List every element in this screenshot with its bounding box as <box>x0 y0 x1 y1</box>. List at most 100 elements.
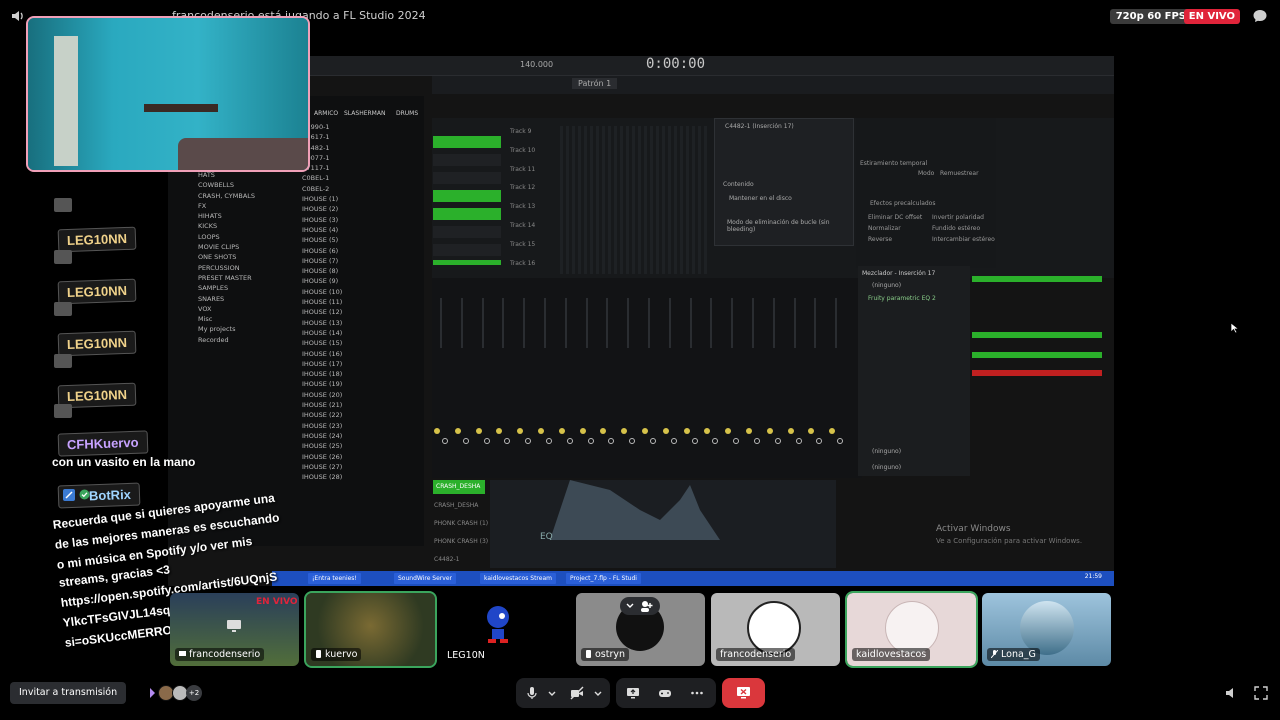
chevron-down-icon[interactable] <box>591 686 605 700</box>
browser-folder[interactable]: Misc <box>198 314 255 324</box>
track-label[interactable]: Track 15 <box>510 241 535 248</box>
insert-plugin[interactable]: Fruity parametric EQ 2 <box>868 295 936 302</box>
mixer-fader[interactable] <box>668 298 671 348</box>
channel-1[interactable] <box>433 136 501 148</box>
dialog-mode[interactable]: Modo de eliminación de bucle (sin bleedi… <box>727 219 853 233</box>
channel-7[interactable] <box>433 244 501 256</box>
add-friend-icon[interactable] <box>640 600 653 612</box>
mixer-fader[interactable] <box>752 298 754 348</box>
browser-folder[interactable]: MOVIE CLIPS <box>198 242 255 252</box>
mixer-pan-knob[interactable] <box>808 428 815 434</box>
chevron-down-icon[interactable] <box>626 602 634 610</box>
mixer-pan-knob[interactable] <box>454 428 461 434</box>
mixer-fader[interactable] <box>606 298 609 348</box>
fx-mode-value[interactable]: Remuestrear <box>940 170 979 177</box>
fx-opt-3[interactable]: Normalizar <box>868 225 901 232</box>
browser-file[interactable]: IHOUSE (2) <box>302 204 342 214</box>
browser-file[interactable]: IHOUSE (5) <box>302 235 342 245</box>
browser-file[interactable]: IHOUSE (15) <box>302 338 342 348</box>
mixer-pan-knob[interactable] <box>725 428 732 434</box>
participant-tile-ostryn[interactable]: ostryn <box>576 593 705 666</box>
mixer-pan-knob[interactable] <box>600 428 607 434</box>
mixer-pan-knob[interactable] <box>829 428 836 434</box>
mixer-fader[interactable] <box>481 298 484 348</box>
browser-file[interactable]: IHOUSE (3) <box>302 215 342 225</box>
mixer-volume-knob[interactable] <box>774 438 781 444</box>
mixer-pan-knob[interactable] <box>704 428 711 434</box>
mixer-pan-knob[interactable] <box>746 428 752 434</box>
browser-file[interactable]: IHOUSE (20) <box>302 390 342 400</box>
chat-icon[interactable] <box>1252 8 1268 24</box>
browser-file[interactable]: IHOUSE (22) <box>302 410 342 420</box>
insert-slot-bottom-2[interactable]: (ninguno) <box>872 464 901 471</box>
mixer-fader[interactable] <box>835 298 838 348</box>
channel-8[interactable] <box>433 260 501 265</box>
fx-opt-2[interactable]: Invertir polaridad <box>932 214 984 221</box>
microphone-icon[interactable] <box>525 686 539 700</box>
dialog-option[interactable]: Mantener en el disco <box>729 195 792 202</box>
browser-file[interactable]: IHOUSE (23) <box>302 421 342 431</box>
side-item-active[interactable]: CRASH_DESHA <box>433 480 485 494</box>
leave-call-button[interactable] <box>722 678 765 708</box>
track-label[interactable]: Track 9 <box>510 128 531 135</box>
mixer-fader[interactable] <box>544 298 546 348</box>
browser-file[interactable]: IHOUSE (1) <box>302 194 342 204</box>
browser-file[interactable]: IHOUSE (9) <box>302 276 342 286</box>
chevron-down-icon[interactable] <box>545 686 559 700</box>
browser-file[interactable]: IHOUSE (16) <box>302 349 342 359</box>
daw-tempo[interactable]: 140.000 <box>520 60 553 69</box>
browser-folder[interactable]: HIHATS <box>198 211 255 221</box>
browser-file[interactable]: IHOUSE (8) <box>302 266 342 276</box>
mixer-volume-knob[interactable] <box>587 438 594 444</box>
volume-icon[interactable] <box>1224 686 1238 700</box>
browser-folder[interactable]: PERCUSSION <box>198 263 255 273</box>
fx-opt-5[interactable]: Reverse <box>868 236 892 243</box>
mixer-pan-knob[interactable] <box>558 428 565 434</box>
channel-6[interactable] <box>433 226 501 238</box>
fx-opt-1[interactable]: Eliminar DC offset <box>868 214 922 221</box>
mixer-pan-knob[interactable] <box>621 428 628 434</box>
browser-folder[interactable]: VOX <box>198 304 255 314</box>
mixer-pan-knob[interactable] <box>787 428 794 434</box>
volume-icon[interactable] <box>10 9 24 23</box>
mixer-fader[interactable] <box>772 298 775 348</box>
participant-tile-francodenserio-2[interactable]: francodenserio <box>711 593 840 666</box>
browser-file[interactable]: IHOUSE (12) <box>302 307 342 317</box>
browser-file[interactable]: IHOUSE (28) <box>302 472 342 482</box>
browser-file[interactable]: IHOUSE (4) <box>302 225 342 235</box>
mixer-volume-knob[interactable] <box>795 438 802 444</box>
mixer-volume-knob[interactable] <box>650 438 656 444</box>
browser-file[interactable]: IHOUSE (17) <box>302 359 342 369</box>
browser-file[interactable]: IHOUSE (26) <box>302 452 342 462</box>
mixer-pan-knob[interactable] <box>538 428 544 434</box>
browser-folder[interactable]: PRESET MASTER <box>198 273 255 283</box>
task-item-1[interactable]: ¡Entra teenies! <box>308 573 361 584</box>
mixer-fader[interactable] <box>710 298 713 348</box>
browser-file[interactable]: IHOUSE (24) <box>302 431 342 441</box>
side-item-4[interactable]: PHONK CRASH (3) <box>434 538 488 545</box>
browser-folder[interactable]: My projects <box>198 324 255 334</box>
browser-folder[interactable]: LOOPS <box>198 232 255 242</box>
mixer-fader[interactable] <box>814 298 817 348</box>
mixer-volume-knob[interactable] <box>483 438 490 444</box>
browser-folder[interactable]: SAMPLES <box>198 283 255 293</box>
browser-folder[interactable]: FX <box>198 201 255 211</box>
mixer-volume-knob[interactable] <box>566 438 573 444</box>
more-options-icon[interactable] <box>690 686 704 700</box>
browser-file[interactable]: IHOUSE (18) <box>302 369 342 379</box>
mixer-volume-knob[interactable] <box>691 438 698 444</box>
pattern-selector[interactable]: Patrón 1 <box>572 78 618 89</box>
playlist-grid[interactable] <box>560 126 710 274</box>
mixer-volume-knob[interactable] <box>546 438 552 444</box>
mixer-fader[interactable] <box>648 298 650 348</box>
track-label[interactable]: Track 10 <box>510 147 535 154</box>
mixer-fader[interactable] <box>627 298 630 348</box>
track-label[interactable]: Track 11 <box>510 166 535 173</box>
task-item-4[interactable]: Project_7.flp - FL Studi <box>566 573 641 584</box>
mixer-volume-knob[interactable] <box>670 438 677 444</box>
mixer-volume-knob[interactable] <box>754 438 760 444</box>
mixer-fader[interactable] <box>460 298 463 348</box>
insert-slot[interactable]: (ninguno) <box>872 282 901 289</box>
track-label[interactable]: Track 12 <box>510 184 535 191</box>
mixer-pan-knob[interactable] <box>434 428 440 434</box>
